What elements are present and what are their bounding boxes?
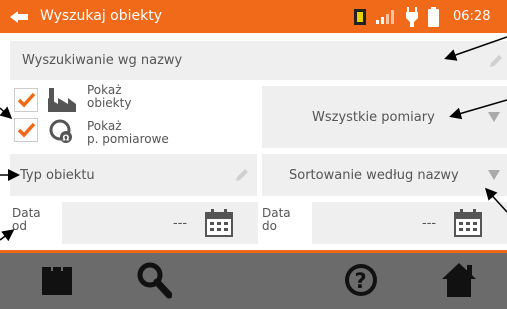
date-from-value: ---: [173, 216, 188, 231]
date-to-label-line2: do: [262, 219, 277, 233]
meter-icon[interactable]: [40, 263, 74, 297]
show-objects-checkbox[interactable]: [14, 88, 38, 112]
pencil-icon: [236, 169, 248, 181]
svg-text:Ω: Ω: [63, 134, 70, 143]
show-points-label: Pokaż p. pomiarowe: [87, 120, 169, 146]
date-to-value: ---: [422, 216, 437, 231]
factory-icon: [48, 88, 76, 112]
clock: 06:28: [453, 9, 491, 24]
bottom-toolbar: ?: [0, 250, 507, 309]
date-to-label: Data do: [262, 207, 291, 233]
chevron-down-icon: [488, 112, 500, 122]
calendar-icon[interactable]: [204, 209, 234, 237]
checkmark-icon: [17, 122, 36, 138]
show-objects-label: Pokaż obiekty: [87, 84, 131, 110]
sort-select[interactable]: Sortowanie według nazwy: [262, 154, 507, 196]
checkmark-icon: [17, 92, 36, 108]
svg-text:?: ?: [355, 269, 367, 293]
battery-icon: [428, 7, 439, 27]
charger-icon: [406, 7, 418, 27]
chevron-down-icon: [488, 170, 500, 180]
sort-select-value: Sortowanie według nazwy: [289, 168, 459, 183]
signal-icon: [376, 10, 394, 24]
search-icon[interactable]: [136, 261, 172, 299]
screen-title: Wyszukaj obiekty: [40, 8, 163, 24]
date-from-label-line2: od: [12, 219, 27, 233]
pencil-icon: [490, 55, 502, 67]
search-input[interactable]: Wyszukiwanie wg nazwy: [10, 41, 507, 80]
help-icon[interactable]: ?: [343, 262, 379, 298]
status-bar: Wyszukaj obiekty 06:28: [0, 0, 507, 33]
sim-card-icon: [354, 9, 366, 25]
object-type-input[interactable]: Typ obiektu: [10, 154, 257, 196]
show-objects-label-line2: obiekty: [87, 96, 132, 110]
show-points-label-line2: p. pomiarowe: [87, 132, 169, 146]
search-placeholder: Wyszukiwanie wg nazwy: [22, 53, 183, 68]
home-icon[interactable]: [440, 261, 478, 299]
measurements-select[interactable]: Wszystkie pomiary: [262, 86, 507, 148]
object-type-placeholder: Typ obiektu: [20, 168, 95, 183]
back-arrow-icon[interactable]: [8, 9, 30, 25]
measurement-point-icon: Ω: [49, 119, 72, 143]
date-from-field[interactable]: ---: [62, 202, 258, 244]
show-points-checkbox[interactable]: [14, 118, 38, 142]
calendar-icon[interactable]: [453, 209, 483, 237]
measurements-select-value: Wszystkie pomiary: [312, 110, 435, 125]
date-from-label: Data od: [12, 207, 41, 233]
date-to-field[interactable]: ---: [312, 202, 507, 244]
